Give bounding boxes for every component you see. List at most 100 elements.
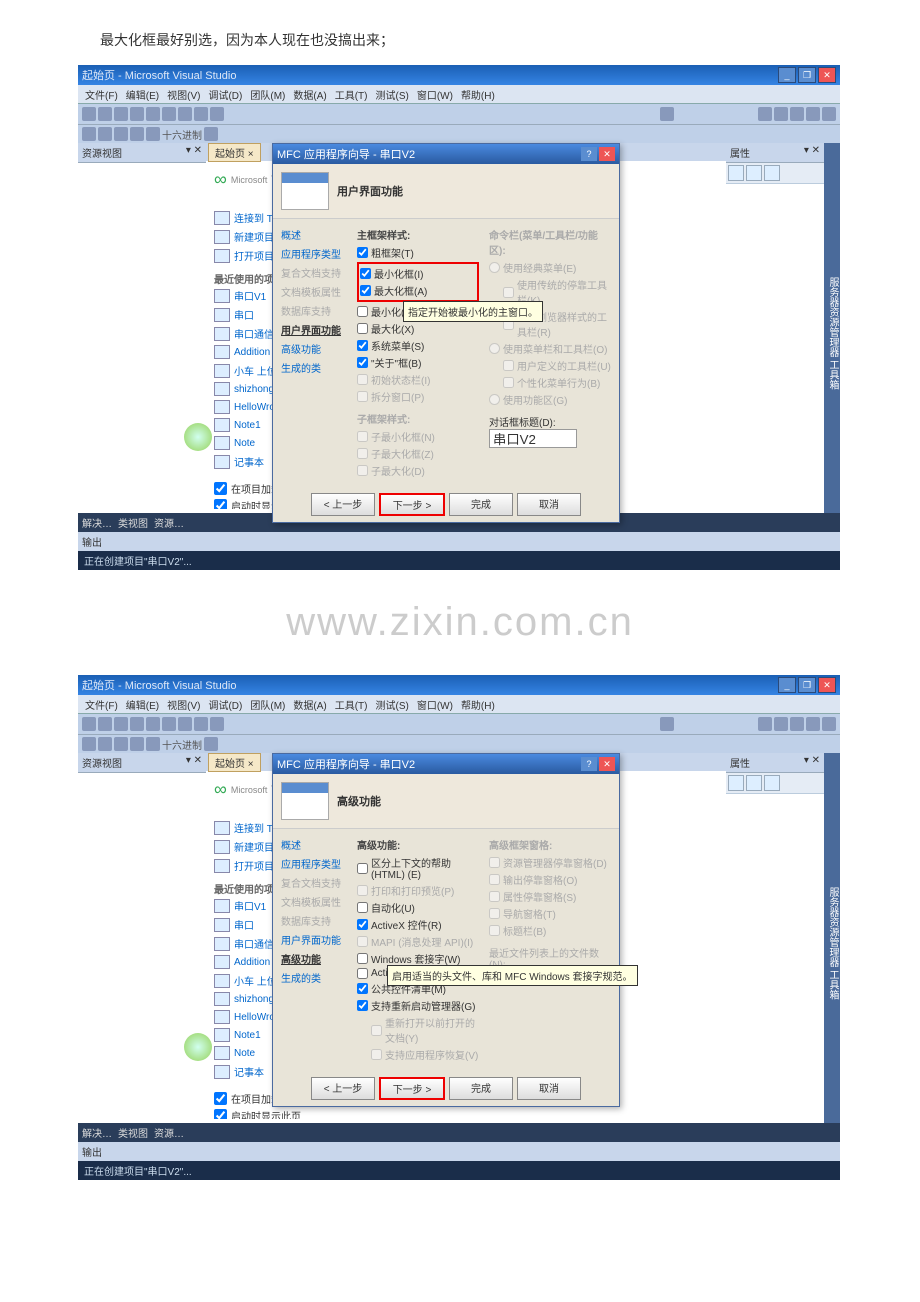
prop-icon[interactable]: [728, 775, 744, 791]
minimize-button[interactable]: _: [778, 67, 796, 83]
menubar[interactable]: 文件(F) 编辑(E) 视图(V) 调试(D) 团队(M) 数据(A) 工具(T…: [78, 85, 840, 103]
tab-solution[interactable]: 解决…: [82, 515, 112, 530]
tool-icon[interactable]: [758, 107, 772, 121]
prop-icon[interactable]: [764, 775, 780, 791]
tool-icon[interactable]: [210, 107, 224, 121]
help-button[interactable]: ?: [581, 147, 597, 161]
chk-minbox[interactable]: 最小化框(I): [360, 265, 476, 282]
menu-help[interactable]: 帮助(H): [458, 697, 498, 712]
tool-icon[interactable]: [194, 107, 208, 121]
panel-controls[interactable]: ▾ ✕: [804, 145, 820, 160]
cancel-button[interactable]: 取消: [517, 1077, 581, 1100]
tool-icon[interactable]: [98, 737, 112, 751]
tool-icon[interactable]: [774, 717, 788, 731]
menu-debug[interactable]: 调试(D): [205, 87, 245, 102]
chk-maxbox[interactable]: 最大化框(A): [360, 282, 476, 299]
tool-icon[interactable]: [82, 717, 96, 731]
finish-button[interactable]: 完成: [449, 493, 513, 516]
collapsed-panels[interactable]: 服务器资源管理器 工具箱: [824, 753, 840, 1123]
tool-icon[interactable]: [114, 127, 128, 141]
close-button[interactable]: ✕: [818, 677, 836, 693]
nav-overview[interactable]: 概述: [281, 227, 349, 242]
menu-view[interactable]: 视图(V): [164, 697, 203, 712]
menu-window[interactable]: 窗口(W): [414, 87, 456, 102]
finish-button[interactable]: 完成: [449, 1077, 513, 1100]
tool-icon[interactable]: [162, 107, 176, 121]
tool-icon[interactable]: [146, 127, 160, 141]
menu-data[interactable]: 数据(A): [290, 87, 329, 102]
tool-icon[interactable]: [146, 107, 160, 121]
tool-icon[interactable]: [194, 717, 208, 731]
tool-icon[interactable]: [774, 107, 788, 121]
tool-icon[interactable]: [130, 717, 144, 731]
dialog-close-button[interactable]: ✕: [599, 147, 615, 161]
tab-classview[interactable]: 类视图: [118, 515, 148, 530]
menu-test[interactable]: 测试(S): [372, 697, 411, 712]
nav-apptype[interactable]: 应用程序类型: [281, 856, 349, 871]
chk-restart-mgr[interactable]: 支持重新启动管理器(G): [357, 997, 479, 1014]
chk-sysmenu[interactable]: 系统菜单(S): [357, 337, 479, 354]
minimize-button[interactable]: _: [778, 677, 796, 693]
tool-icon[interactable]: [162, 717, 176, 731]
cb-show-on-start[interactable]: 启动时显示此页: [214, 1108, 718, 1119]
next-button[interactable]: 下一步 >: [379, 493, 445, 516]
help-button[interactable]: ?: [581, 757, 597, 771]
menu-test[interactable]: 测试(S): [372, 87, 411, 102]
panel-controls[interactable]: ▾ ✕: [186, 145, 202, 160]
prop-icon[interactable]: [764, 165, 780, 181]
menu-help[interactable]: 帮助(H): [458, 87, 498, 102]
prop-icon[interactable]: [746, 165, 762, 181]
tool-icon[interactable]: [758, 717, 772, 731]
tool-icon[interactable]: [204, 737, 218, 751]
chk-minimize[interactable]: 最小化(M) 指定开始被最小化的主窗口。: [357, 303, 479, 320]
tool-icon[interactable]: [178, 717, 192, 731]
tool-icon[interactable]: [806, 107, 820, 121]
panel-controls[interactable]: ▾ ✕: [804, 755, 820, 770]
dlg-title-input[interactable]: [489, 429, 577, 448]
tab-classview[interactable]: 类视图: [118, 1125, 148, 1140]
tool-icon[interactable]: [82, 107, 96, 121]
restore-button[interactable]: ❐: [798, 677, 816, 693]
dialog-close-button[interactable]: ✕: [599, 757, 615, 771]
menu-team[interactable]: 团队(M): [247, 87, 288, 102]
tab-resource[interactable]: 资源…: [154, 1125, 184, 1140]
chk-maximize[interactable]: 最大化(X): [357, 320, 479, 337]
menu-data[interactable]: 数据(A): [290, 697, 329, 712]
tool-icon[interactable]: [178, 107, 192, 121]
menu-tools[interactable]: 工具(T): [332, 87, 371, 102]
chk-accessibility[interactable]: Active Accessibility(A) 启用适当的头文件、库和 MFC …: [357, 967, 479, 980]
nav-generated[interactable]: 生成的类: [281, 360, 349, 375]
tool-icon[interactable]: [82, 127, 96, 141]
prev-button[interactable]: < 上一步: [311, 1077, 375, 1100]
nav-generated[interactable]: 生成的类: [281, 970, 349, 985]
startpage-tab[interactable]: 起始页 ×: [208, 143, 261, 162]
chk-about[interactable]: "关于"框(B): [357, 354, 479, 371]
prop-icon[interactable]: [728, 165, 744, 181]
tool-icon[interactable]: [790, 107, 804, 121]
nav-ui-features[interactable]: 用户界面功能: [281, 322, 349, 337]
tool-icon[interactable]: [790, 717, 804, 731]
tab-resource[interactable]: 资源…: [154, 515, 184, 530]
menu-edit[interactable]: 编辑(E): [123, 87, 162, 102]
restore-button[interactable]: ❐: [798, 67, 816, 83]
menu-view[interactable]: 视图(V): [164, 87, 203, 102]
tool-icon[interactable]: [130, 737, 144, 751]
menu-team[interactable]: 团队(M): [247, 697, 288, 712]
nav-advanced[interactable]: 高级功能: [281, 951, 349, 966]
tool-icon[interactable]: [660, 107, 674, 121]
nav-ui-features[interactable]: 用户界面功能: [281, 932, 349, 947]
tool-icon[interactable]: [806, 717, 820, 731]
nav-advanced[interactable]: 高级功能: [281, 341, 349, 356]
menu-edit[interactable]: 编辑(E): [123, 697, 162, 712]
tool-icon[interactable]: [130, 107, 144, 121]
tool-icon[interactable]: [82, 737, 96, 751]
next-button[interactable]: 下一步 >: [379, 1077, 445, 1100]
tool-icon[interactable]: [114, 107, 128, 121]
output-panel-header[interactable]: 输出: [78, 532, 840, 551]
tool-icon[interactable]: [146, 717, 160, 731]
tool-icon[interactable]: [822, 717, 836, 731]
menu-file[interactable]: 文件(F): [82, 87, 121, 102]
tool-icon[interactable]: [114, 737, 128, 751]
panel-controls[interactable]: ▾ ✕: [186, 755, 202, 770]
chk-automation[interactable]: 自动化(U): [357, 899, 479, 916]
